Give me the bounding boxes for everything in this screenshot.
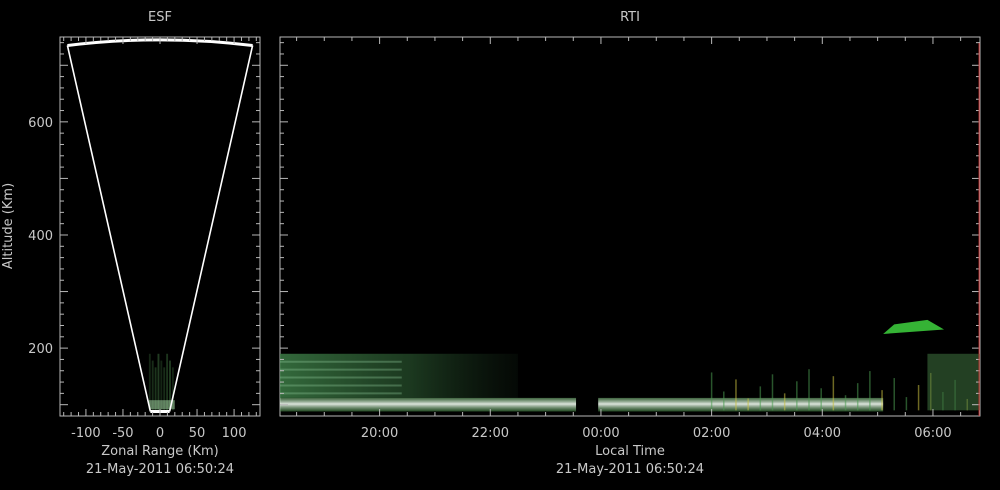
esf-x-tick-label: -50 xyxy=(112,426,133,441)
rti-x-tick-label: 00:00 xyxy=(582,426,619,441)
esf-echo-region xyxy=(148,353,175,411)
esf-y-tick-label: 200 xyxy=(28,342,53,357)
esf-x-axis-label: Zonal Range (Km) xyxy=(101,444,218,459)
esf-x-tick-label: 100 xyxy=(222,426,247,441)
rti-timestamp: 21-May-2011 06:50:24 xyxy=(556,462,704,477)
esf-y-tick-label: 400 xyxy=(28,229,53,244)
rti-x-axis-label: Local Time xyxy=(595,444,665,459)
rti-panel: RTI 20:00 22:00 00:00 02:00 04:00 06:00 Local… xyxy=(279,10,981,477)
rti-data-gap xyxy=(576,393,599,415)
esf-x-tick-label: 50 xyxy=(189,426,206,441)
esf-x-tick-label: 0 xyxy=(156,426,164,441)
esf-y-tick-label: 600 xyxy=(28,116,53,131)
esf-y-axis-label: Altitude (Km) xyxy=(1,183,16,269)
rti-echo-late-block xyxy=(927,353,980,411)
figure: ESF -100 -50 0 50 100 200 400 600 Zonal Range … xyxy=(1,10,981,477)
rti-x-tick-label: 22:00 xyxy=(472,426,509,441)
esf-timestamp: 21-May-2011 06:50:24 xyxy=(86,462,234,477)
rti-x-tick-label: 06:00 xyxy=(914,426,951,441)
rti-x-tick-label: 04:00 xyxy=(804,426,841,441)
rti-x-tick-label: 02:00 xyxy=(693,426,730,441)
rti-title: RTI xyxy=(620,10,640,25)
rti-echo-diffuse xyxy=(280,353,518,398)
esf-x-tick-label: -100 xyxy=(71,426,101,441)
esf-plot-frame xyxy=(59,36,261,417)
rti-x-tick-label: 20:00 xyxy=(361,426,398,441)
esf-title: ESF xyxy=(148,10,172,25)
esf-panel: ESF -100 -50 0 50 100 200 400 600 Zonal Range … xyxy=(1,10,261,477)
